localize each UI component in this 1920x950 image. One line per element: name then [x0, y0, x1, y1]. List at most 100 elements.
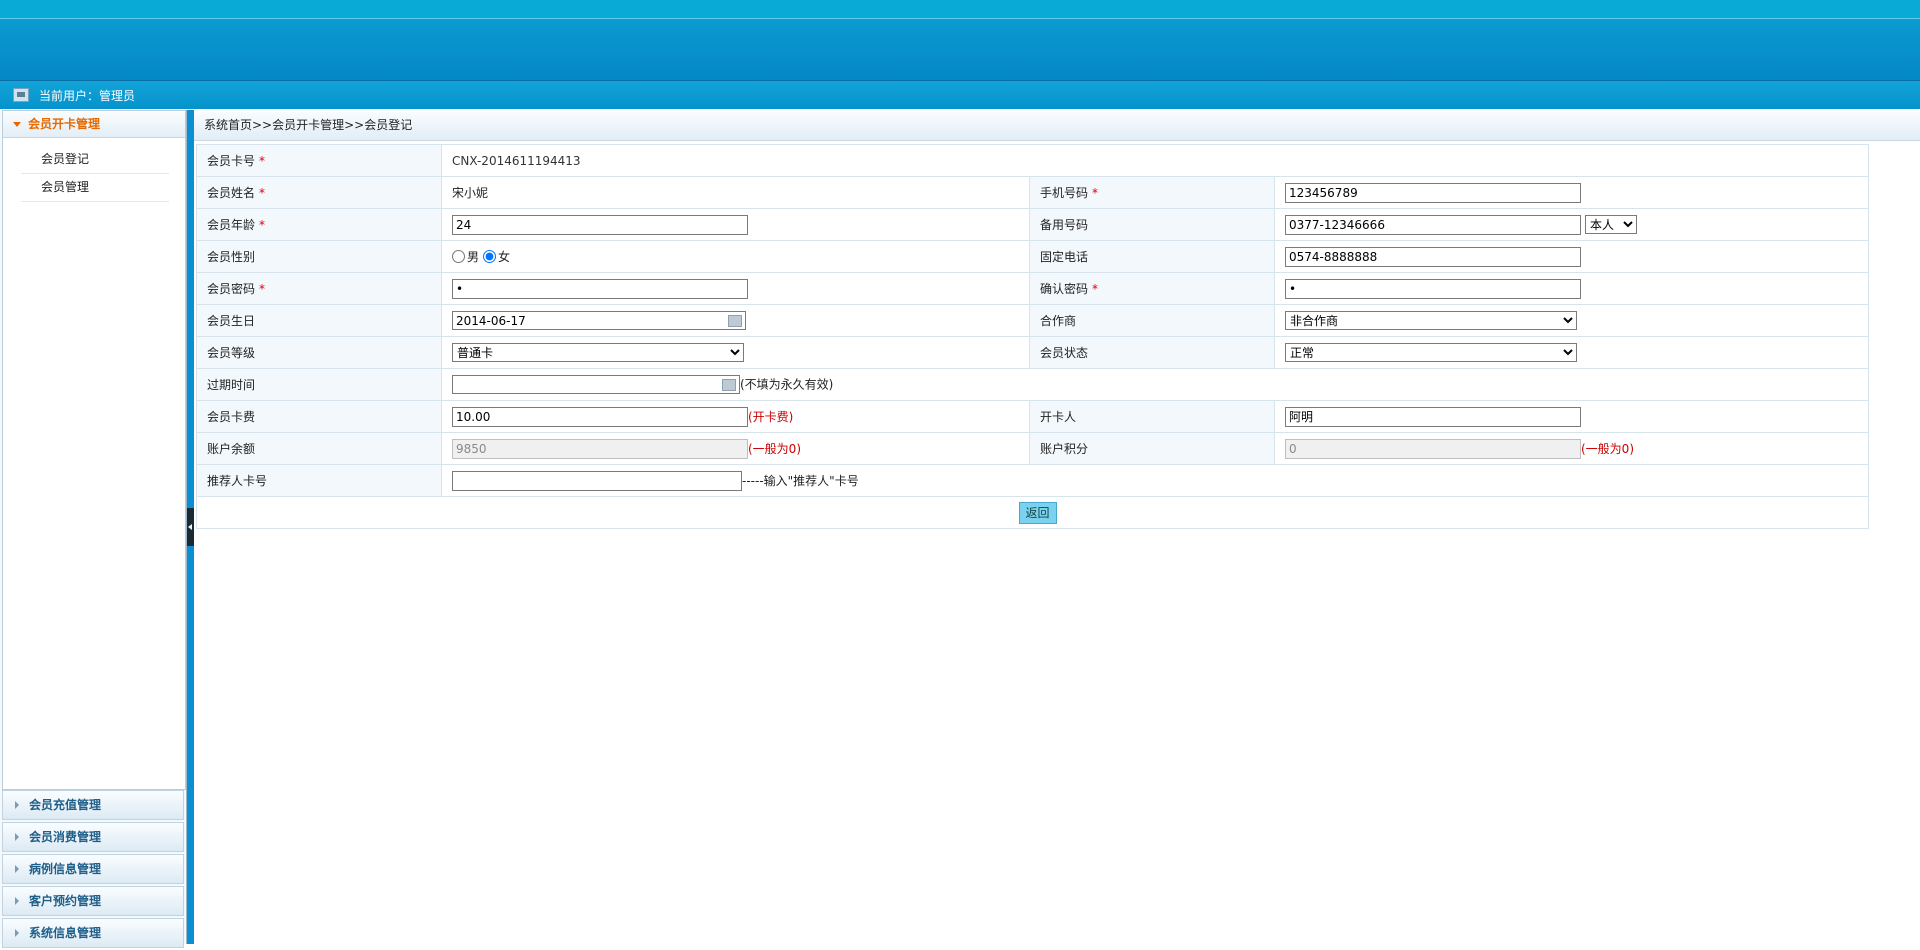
points-hint: (一般为0) [1581, 441, 1634, 456]
return-button[interactable]: 返回 [1018, 501, 1057, 524]
current-user-label: 当前用户：管理员 [39, 88, 136, 103]
card-fee-label: 会员卡费 [207, 410, 256, 424]
sidebar-group-label: 系统信息管理 [29, 926, 102, 940]
form-row: 会员等级 普通卡 会员状态 正常 [196, 336, 1870, 369]
form-row: 会员姓名 * 宋小妮 手机号码 * [196, 176, 1870, 209]
form-row: 会员性别 男 女 固定电话 [196, 240, 1870, 273]
referrer-label: 推荐人卡号 [207, 474, 268, 488]
form-row: 过期时间 (不填为永久有效) [196, 368, 1870, 401]
password-input[interactable] [452, 278, 748, 299]
sidebar-group-recharge[interactable]: 会员充值管理 [2, 790, 184, 820]
confirm-password-input[interactable] [1285, 278, 1581, 299]
alt-phone-label: 备用号码 [1040, 218, 1089, 232]
alt-phone-relation-select[interactable]: 本人 [1585, 215, 1637, 234]
sidebar-group-appointment[interactable]: 客户预约管理 [2, 886, 184, 916]
computer-icon [13, 88, 29, 102]
sidebar-sub-list: 会员登记 会员管理 [3, 138, 185, 202]
opener-label: 开卡人 [1040, 410, 1077, 424]
landline-label: 固定电话 [1040, 250, 1089, 264]
required-mark: * [259, 154, 266, 168]
required-mark: * [1092, 186, 1099, 200]
expire-hint: (不填为永久有效) [740, 377, 834, 392]
gender-male-radio[interactable] [452, 250, 465, 263]
required-mark: * [259, 282, 266, 296]
gender-label: 会员性别 [207, 250, 256, 264]
form-row: 推荐人卡号 -----输入"推荐人"卡号 [196, 464, 1870, 497]
points-label: 账户积分 [1040, 442, 1089, 456]
sidebar-open-panel: 会员开卡管理 会员登记 会员管理 [2, 110, 186, 790]
required-mark: * [259, 218, 266, 232]
phone-input[interactable] [1285, 182, 1581, 203]
card-no-label: 会员卡号 [207, 154, 256, 168]
partner-select[interactable]: 非合作商 [1285, 311, 1577, 330]
gender-male-label: 男 [467, 250, 480, 264]
name-value: 宋小妮 [452, 186, 489, 200]
card-no-value: CNX-2014611194413 [452, 153, 581, 168]
member-register-form: 会员卡号 * CNX-2014611194413 会员姓名 * 宋小妮 手机号码 * … [195, 144, 1870, 529]
sidebar-group-label: 病例信息管理 [29, 862, 102, 876]
sidebar-group-label: 会员开卡管理 [28, 117, 101, 131]
form-row: 返回 [195, 496, 1870, 529]
sidebar-item-member-register[interactable]: 会员登记 [21, 146, 169, 174]
sidebar-group-membership-card[interactable]: 会员开卡管理 [3, 111, 185, 138]
triangle-right-icon [15, 833, 19, 841]
sidebar-item-member-manage[interactable]: 会员管理 [21, 174, 169, 202]
phone-label: 手机号码 [1040, 186, 1089, 200]
calendar-icon[interactable] [722, 379, 736, 391]
balance-hint: (一般为0) [748, 441, 801, 456]
calendar-icon[interactable] [728, 315, 742, 327]
birthday-date-picker [452, 311, 746, 330]
card-fee-hint: (开卡费) [748, 409, 794, 424]
landline-input[interactable] [1285, 246, 1581, 267]
form-row: 账户余额 (一般为0) 账户积分 (一般为0) [196, 432, 1870, 465]
confirm-password-label: 确认密码 [1040, 282, 1089, 296]
form-row: 会员生日 合作商 非合作商 [196, 304, 1870, 337]
triangle-right-icon [15, 801, 19, 809]
age-input[interactable] [452, 214, 748, 235]
status-select[interactable]: 正常 [1285, 343, 1577, 362]
alt-phone-input[interactable] [1285, 214, 1581, 235]
top-banner [0, 0, 1920, 81]
opener-input[interactable] [1285, 406, 1581, 427]
triangle-right-icon [15, 929, 19, 937]
required-mark: * [1092, 282, 1099, 296]
sidebar-group-label: 会员充值管理 [29, 798, 102, 812]
age-label: 会员年龄 [207, 218, 256, 232]
birthday-label: 会员生日 [207, 314, 256, 328]
birthday-input[interactable] [452, 311, 746, 330]
sidebar-group-case[interactable]: 病例信息管理 [2, 854, 184, 884]
referrer-input[interactable] [452, 470, 742, 491]
sidebar: 会员开卡管理 会员登记 会员管理 会员充值管理 会员消费管理 病例信息管理 客户… [0, 110, 187, 948]
triangle-right-icon [15, 897, 19, 905]
top-line [0, 18, 1920, 19]
expire-input[interactable] [452, 375, 740, 394]
form-row: 会员卡费 (开卡费) 开卡人 [196, 400, 1870, 433]
form-row: 会员年龄* 备用号码 本人 [196, 208, 1870, 241]
balance-input [452, 438, 748, 459]
partner-label: 合作商 [1040, 314, 1077, 328]
user-bar: 当前用户：管理员 [0, 81, 1920, 109]
gender-female-label: 女 [498, 250, 511, 264]
card-fee-input[interactable] [452, 406, 748, 427]
collapse-sidebar-handle[interactable] [187, 508, 194, 546]
expire-date-picker [452, 375, 740, 394]
sidebar-collapsed-groups: 会员充值管理 会员消费管理 病例信息管理 客户预约管理 系统信息管理 [2, 790, 184, 950]
main-content: 系统首页>>会员开卡管理>>会员登记 会员卡号 * CNX-20146111944… [194, 110, 1920, 944]
sidebar-group-consume[interactable]: 会员消费管理 [2, 822, 184, 852]
breadcrumb: 系统首页>>会员开卡管理>>会员登记 [194, 110, 1920, 141]
required-mark: * [259, 186, 266, 200]
expire-label: 过期时间 [207, 378, 256, 392]
name-label: 会员姓名 [207, 186, 256, 200]
gender-female-radio[interactable] [483, 250, 497, 263]
sidebar-group-label: 客户预约管理 [29, 894, 102, 908]
points-input [1285, 438, 1581, 459]
referrer-hint: -----输入"推荐人"卡号 [742, 473, 859, 488]
gender-radio-group: 男 女 [452, 248, 1029, 265]
sidebar-group-label: 会员消费管理 [29, 830, 102, 844]
triangle-right-icon [15, 865, 19, 873]
balance-label: 账户余额 [207, 442, 256, 456]
form-row: 会员卡号 * CNX-2014611194413 [196, 144, 1870, 177]
triangle-down-icon [13, 121, 21, 127]
level-select[interactable]: 普通卡 [452, 343, 744, 362]
status-label: 会员状态 [1040, 346, 1089, 360]
